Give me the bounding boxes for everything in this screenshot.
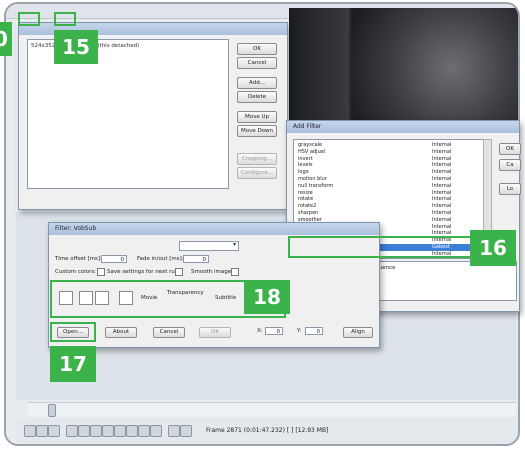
add-filter-cancel-button[interactable]: Ca [499, 159, 521, 171]
play-input-button[interactable] [36, 425, 48, 437]
next-key-button[interactable] [126, 425, 138, 437]
mark-out-button[interactable] [180, 425, 192, 437]
x-input[interactable]: 0 [265, 327, 283, 335]
vobsub-cancel-button[interactable]: Cancel [153, 327, 185, 338]
timeline-thumb[interactable] [48, 404, 56, 417]
callout-16: 16 [470, 230, 516, 266]
start-button[interactable] [66, 425, 78, 437]
highlight-menu-item [18, 12, 40, 26]
save-settings-checkbox[interactable] [175, 268, 183, 276]
mark-in-button[interactable] [168, 425, 180, 437]
time-offset-input[interactable]: 0 [101, 255, 127, 263]
callout-15: 15 [54, 30, 98, 64]
delete-filter-button[interactable]: Delete [237, 91, 277, 103]
forward-button[interactable] [90, 425, 102, 437]
fade-input[interactable]: 0 [183, 255, 209, 263]
cropping-button[interactable]: Cropping... [237, 153, 277, 165]
x-label: X: [257, 328, 263, 334]
end-button[interactable] [102, 425, 114, 437]
scene-forward-button[interactable] [150, 425, 162, 437]
fade-label: Fade in/out [ms]: [137, 256, 184, 262]
cancel-button[interactable]: Cancel [237, 57, 277, 69]
callout-18: 18 [244, 280, 290, 314]
stop-button[interactable] [24, 425, 36, 437]
add-filter-ok-button[interactable]: OK [499, 143, 521, 155]
about-button[interactable]: About [105, 327, 137, 338]
custom-colors-label: Custom colors: [55, 269, 97, 275]
time-offset-label: Time offset [ms]: [55, 256, 102, 262]
smooth-image-label: Smooth image: [191, 269, 233, 275]
add-filter-button[interactable]: Add... [237, 77, 277, 89]
scene-back-button[interactable] [138, 425, 150, 437]
configure-button[interactable]: Configure... [237, 167, 277, 179]
vobsub-ok-button[interactable]: OK [199, 327, 231, 338]
align-button[interactable]: Align [343, 327, 373, 338]
highlight-17 [50, 322, 96, 342]
smooth-image-checkbox[interactable] [231, 268, 239, 276]
prev-key-button[interactable] [114, 425, 126, 437]
highlight-15 [54, 12, 76, 26]
back-button[interactable] [78, 425, 90, 437]
load-button[interactable]: Lo [499, 183, 521, 195]
play-output-button[interactable] [48, 425, 60, 437]
move-up-button[interactable]: Move Up [237, 111, 277, 123]
y-label: Y: [297, 328, 302, 334]
frame-info: Frame 2871 (0:01:47.232) [ ] [12.93 MB] [206, 427, 329, 434]
add-filter-title: Add Filter [287, 121, 519, 133]
callout-partial: 0 [0, 22, 12, 56]
vobsub-dialog-title: Filter: VobSub [49, 223, 379, 235]
transport-bar: Frame 2871 (0:01:47.232) [ ] [12.93 MB] [16, 418, 516, 444]
ok-button[interactable]: OK [237, 43, 277, 55]
y-input[interactable]: 0 [305, 327, 323, 335]
callout-17: 17 [50, 346, 96, 382]
language-select[interactable] [179, 241, 239, 251]
move-down-button[interactable]: Move Down [237, 125, 277, 137]
save-settings-label: Save settings for next run: [107, 269, 181, 275]
custom-colors-checkbox[interactable] [97, 268, 105, 276]
timeline-slider[interactable] [28, 402, 516, 417]
